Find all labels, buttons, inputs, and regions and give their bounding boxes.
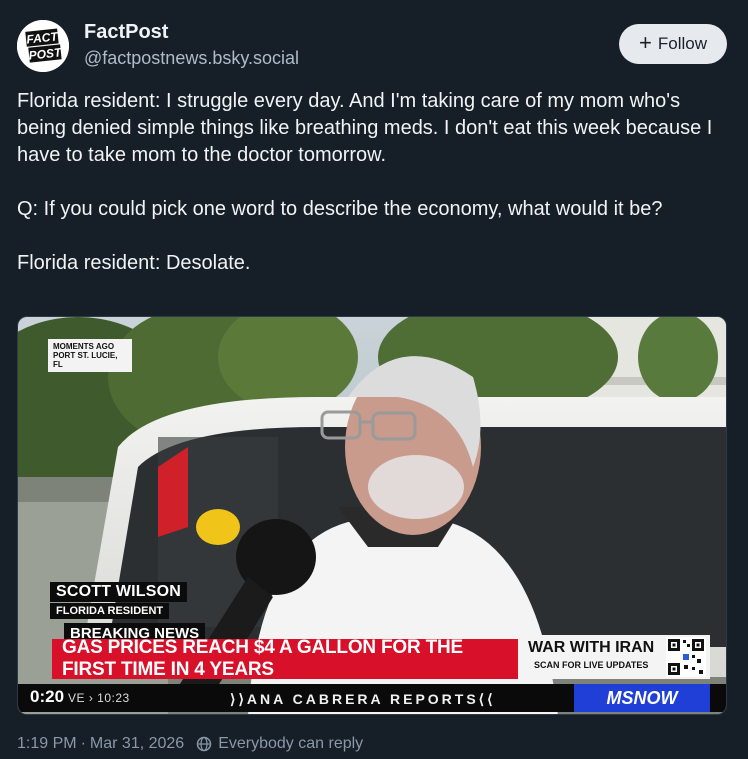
reply-setting-label: Everybody can reply bbox=[218, 735, 364, 752]
post-paragraph: Florida resident: I struggle every day. … bbox=[17, 90, 713, 166]
chyron-role: FLORIDA RESIDENT bbox=[50, 603, 170, 619]
meta-separator: · bbox=[80, 735, 86, 752]
live-time-text: VE › 10:23 bbox=[68, 691, 130, 705]
location-tag-line1: MOMENTS AGO bbox=[53, 342, 115, 351]
network-logo: MSNOW bbox=[574, 684, 710, 712]
chyron-name: SCOTT WILSON bbox=[50, 582, 188, 602]
headline-text: GAS PRICES REACH $4 A GALLON FOR THE FIR… bbox=[62, 637, 463, 680]
video-timer[interactable]: 0:20 bbox=[30, 687, 64, 707]
follow-button[interactable]: + Follow bbox=[619, 24, 727, 64]
side-panel: WAR WITH IRAN SCAN FOR LIVE UPDATES bbox=[518, 635, 710, 679]
display-name[interactable]: FactPost bbox=[84, 21, 168, 44]
avatar[interactable]: FACT POST bbox=[17, 20, 69, 72]
video-player[interactable]: MOMENTS AGO PORT ST. LUCIE, FL SCOTT WIL… bbox=[17, 316, 727, 715]
follow-label: Follow bbox=[657, 34, 707, 53]
post-time[interactable]: 1:19 PM bbox=[17, 735, 77, 753]
globe-icon bbox=[196, 736, 212, 752]
headline-bar: GAS PRICES REACH $4 A GALLON FOR THE FIR… bbox=[52, 637, 518, 680]
location-tag-line2: PORT ST. LUCIE, FL bbox=[53, 351, 118, 369]
account-handle[interactable]: @factpostnews.bsky.social bbox=[84, 48, 299, 69]
post-text: Florida resident: I struggle every day. … bbox=[17, 88, 729, 277]
post-paragraph: Florida resident: Desolate. bbox=[17, 252, 251, 274]
show-title: ⟩⟩ANA CABRERA REPORTS⟨⟨ bbox=[230, 691, 496, 707]
location-tag: MOMENTS AGO PORT ST. LUCIE, FL bbox=[48, 339, 132, 372]
post-meta: 1:19 PM · Mar 31, 2026 Everybody can rep… bbox=[17, 735, 363, 753]
side-title: WAR WITH IRAN bbox=[528, 639, 655, 656]
post-paragraph: Q: If you could pick one word to describ… bbox=[17, 198, 663, 220]
plus-icon: + bbox=[639, 30, 652, 55]
post-date[interactable]: Mar 31, 2026 bbox=[90, 735, 184, 753]
side-subtitle: SCAN FOR LIVE UPDATES bbox=[534, 660, 649, 670]
factpost-logo: FACT POST bbox=[17, 20, 69, 72]
ticker-bar: 0:20 VE › 10:23 ⟩⟩ANA CABRERA REPORTS⟨⟨ … bbox=[18, 684, 726, 712]
qr-code-icon bbox=[666, 637, 706, 677]
reply-setting[interactable]: Everybody can reply bbox=[196, 735, 363, 753]
